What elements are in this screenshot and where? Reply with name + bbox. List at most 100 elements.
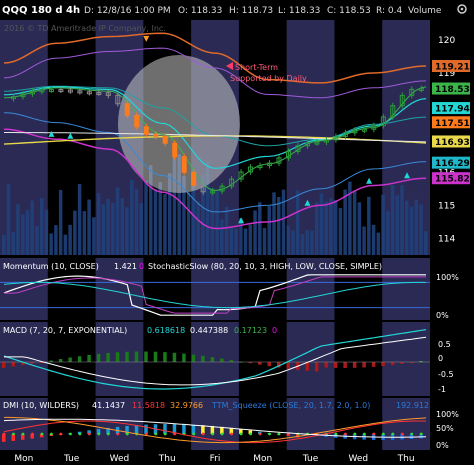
candle-body: [181, 156, 187, 173]
volume-bar: [49, 233, 53, 255]
squeeze-dot: [21, 432, 25, 436]
volume-bar: [73, 210, 77, 255]
squeeze-dot: [277, 432, 281, 436]
squeeze-dot: [400, 432, 404, 436]
close-readout: C: 118.53: [327, 6, 371, 16]
macd-panel[interactable]: MACD (7, 20, 7, EXPONENTIAL) 0.618618 0.…: [0, 322, 474, 396]
macd-label[interactable]: MACD (7, 20, 7, EXPONENTIAL): [3, 326, 127, 335]
squeeze-dot: [211, 432, 215, 436]
time-axis-label: Tue: [63, 454, 80, 464]
squeeze-dot: [249, 432, 252, 436]
price-tick: 114: [438, 234, 455, 244]
volume-bar: [92, 217, 96, 255]
ttm-hist-bar: [191, 424, 196, 434]
volume-bar: [11, 231, 15, 255]
momentum-panel[interactable]: Momentum (10, CLOSE) 1.421 0 StochasticS…: [0, 258, 474, 320]
macd-hist-bar: [362, 362, 366, 368]
stochastic-label[interactable]: StochasticSlow (80, 20, 10, 3, HIGH, LOW…: [148, 262, 382, 271]
volume-bar: [395, 195, 400, 255]
dmi-panel[interactable]: DMI (10, WILDERS) 41.1437 11.5818 32.976…: [0, 398, 474, 450]
volume-bar: [39, 198, 44, 255]
volume-bar: [324, 201, 328, 255]
range-readout: R: 0.4: [376, 6, 402, 16]
volume-bar: [224, 206, 229, 255]
volume-bar: [333, 200, 338, 255]
ttm-label[interactable]: TTM_Squeeze (CLOSE, 20, 1.7, 2.0, 1.0): [211, 401, 370, 410]
day-band: [382, 258, 430, 320]
ttm-hist-bar: [182, 424, 186, 434]
price-tag-text: 118.53: [435, 85, 470, 95]
volume-bar: [291, 230, 295, 255]
volume-bar: [400, 185, 404, 255]
squeeze-dot: [40, 432, 44, 436]
dmi-value-3: 32.9766: [170, 401, 203, 410]
volume-bar: [305, 230, 309, 255]
volume-bar: [96, 193, 101, 255]
macd-tick-3: -1: [438, 385, 446, 394]
dmi-tick-2: 0%: [436, 441, 449, 450]
price-panel[interactable]: 2016 © TD Ameritrade IP Company, Inc. Sh…: [0, 20, 474, 255]
volume-bar: [130, 180, 134, 255]
squeeze-dot: [419, 432, 423, 436]
volume-bar: [16, 204, 20, 255]
squeeze-dot: [353, 432, 357, 436]
time-axis-label: Mon: [253, 454, 272, 464]
symbol-label[interactable]: QQQ 180 d 4h: [2, 5, 80, 16]
squeeze-dot: [78, 432, 82, 436]
volume-bar: [87, 199, 91, 255]
candle-body: [134, 114, 140, 128]
macd-hist-bar: [2, 362, 6, 368]
candle-body: [124, 103, 130, 116]
time-axis: Mon Tue Wed Thu Fri Mon Tue Wed Thu: [0, 450, 474, 465]
volume-bar: [357, 202, 362, 255]
volume-bar: [381, 194, 385, 255]
price-tag-text: 117.94: [435, 105, 470, 115]
macd-hist-bar: [381, 362, 385, 367]
volume-bar: [314, 202, 319, 255]
volume-bar: [258, 202, 262, 255]
macd-value-2: 0.447388: [190, 326, 228, 335]
volume-bar: [248, 224, 253, 255]
volume-bar: [352, 190, 357, 255]
squeeze-dot: [268, 432, 271, 436]
volume-bar: [186, 192, 191, 255]
macd-tick-0: 0.5: [438, 340, 451, 349]
ttm-hist-bar: [163, 424, 167, 434]
volume-bar: [234, 228, 238, 255]
dmi-label[interactable]: DMI (10, WILDERS): [3, 401, 79, 410]
volume-bar: [58, 189, 63, 255]
volume-bar: [319, 193, 324, 255]
low-readout: L: 118.33: [278, 6, 320, 16]
macd-hist-bar: [11, 362, 15, 367]
squeeze-dot: [239, 432, 243, 436]
price-tick: 120: [438, 36, 455, 46]
squeeze-dot: [125, 432, 129, 436]
volume-bar: [63, 234, 68, 255]
price-tick: 115: [438, 201, 455, 211]
volume-bar: [295, 190, 300, 255]
volume-bar: [386, 211, 390, 255]
mom-tick-top: 100%: [436, 273, 459, 282]
volume-bar: [144, 180, 148, 255]
volume-bar: [414, 199, 419, 255]
volume-bar: [281, 189, 286, 255]
squeeze-dot: [87, 432, 91, 436]
volume-bar: [371, 224, 376, 255]
squeeze-dot: [68, 432, 72, 436]
candle-body: [153, 133, 159, 137]
ttm-hist-bar: [144, 424, 148, 434]
volume-bar: [262, 228, 267, 255]
copyright-text: 2016 © TD Ameritrade IP Company, Inc.: [4, 24, 166, 33]
time-axis-label: Tue: [302, 454, 319, 464]
macd-hist-bar: [258, 362, 262, 365]
squeeze-dot: [192, 432, 196, 436]
volume-bar: [338, 207, 343, 255]
dmi-value-2: 11.5818: [132, 401, 165, 410]
macd-hist-bar: [106, 352, 110, 362]
macd-hist-bar: [314, 362, 319, 372]
squeeze-dot: [372, 432, 376, 436]
volume-bar: [134, 188, 139, 255]
volume-bar: [35, 225, 39, 255]
momentum-label[interactable]: Momentum (10, CLOSE): [3, 262, 99, 271]
price-tag-text: 117.51: [435, 119, 470, 129]
